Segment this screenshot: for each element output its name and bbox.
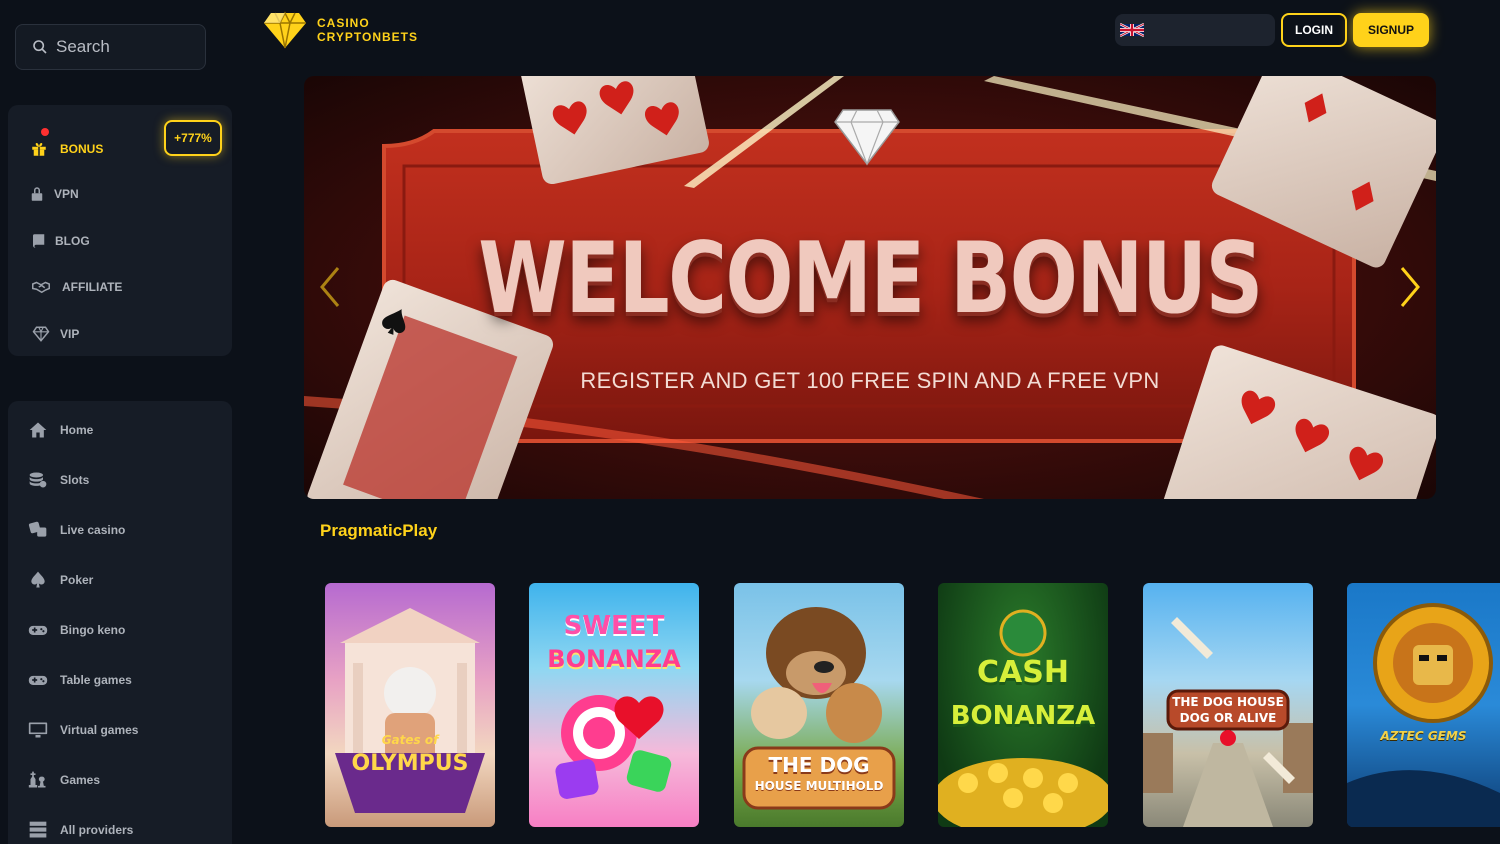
coins-icon (26, 469, 50, 491)
game-card-gates-of-olympus[interactable]: Gates of OLYMPUS (325, 583, 495, 827)
game-title: SWEET (563, 611, 665, 641)
chess-icon (26, 769, 50, 791)
search-icon (33, 40, 47, 54)
sidebar-item-label: VIP (60, 327, 80, 341)
gamepad-icon (26, 619, 50, 641)
game-card-cash-bonanza[interactable]: CASH BONANZA (938, 583, 1108, 827)
diamond-logo-icon (264, 11, 306, 49)
sidebar-item-slots[interactable]: Slots (8, 469, 232, 491)
sidebar-item-label: Poker (60, 573, 94, 587)
handshake-icon (30, 276, 52, 298)
sidebar-item-blog[interactable]: BLOG (8, 230, 232, 252)
logo-text: CASINO CRYPTONBETS (317, 16, 418, 44)
sidebar-item-vip[interactable]: VIP (8, 323, 232, 345)
chevron-left-icon (320, 267, 340, 307)
sidebar-item-label: Virtual games (60, 723, 139, 737)
search-input[interactable] (56, 37, 196, 57)
home-icon (26, 419, 50, 441)
game-title: AZTEC GEMS (1380, 729, 1467, 743)
sidebar-item-label: Live casino (60, 523, 126, 537)
uk-flag-icon (1120, 23, 1144, 37)
spade-icon (26, 569, 50, 591)
game-card-dog-house-multihold[interactable]: THE DOG HOUSE MULTIHOLD (734, 583, 904, 827)
game-title: HOUSE MULTIHOLD (754, 779, 884, 793)
dice-icon (26, 519, 50, 541)
book-icon (28, 230, 50, 252)
sidebar-item-label: BLOG (55, 234, 90, 248)
search-box[interactable] (15, 24, 206, 70)
login-button[interactable]: LOGIN (1281, 13, 1347, 47)
monitor-icon (26, 719, 50, 741)
game-title: THE DOG (768, 753, 870, 777)
sidebar-item-live-casino[interactable]: Live casino (8, 519, 232, 541)
site-logo[interactable]: CASINO CRYPTONBETS (263, 10, 418, 50)
game-title: Gates of (381, 733, 439, 747)
banner-next-arrow[interactable] (1396, 264, 1426, 310)
language-selector[interactable] (1115, 14, 1275, 46)
notification-dot (41, 128, 49, 136)
game-title: THE DOG HOUSE (1172, 695, 1284, 709)
sidebar-item-label: BONUS (60, 142, 104, 156)
game-art (335, 608, 485, 813)
game-title: OLYMPUS (351, 751, 469, 776)
game-card-dog-or-alive[interactable]: THE DOG HOUSE DOG OR ALIVE (1143, 583, 1313, 827)
sidebar-nav-panel: Home Slots Live casino Poker Bingo keno … (8, 401, 232, 844)
sidebar-item-label: Bingo keno (60, 623, 126, 637)
game-title: DOG OR ALIVE (1179, 711, 1277, 725)
welcome-banner[interactable]: WELCOME BONUS REGISTER AND GET 100 FREE … (304, 76, 1436, 499)
sidebar-item-affiliate[interactable]: AFFILIATE (8, 276, 232, 298)
chevron-right-icon (1400, 267, 1420, 307)
provider-title[interactable]: PragmaticPlay (320, 521, 437, 541)
sidebar-item-bingo-keno[interactable]: Bingo keno (8, 619, 232, 641)
sidebar-item-home[interactable]: Home (8, 419, 232, 441)
game-title: BONANZA (547, 645, 681, 673)
lock-icon (26, 183, 48, 205)
logo-line-1: CASINO (317, 16, 370, 30)
banner-subtitle: REGISTER AND GET 100 FREE SPIN AND A FRE… (580, 368, 1160, 393)
game-card-aztec-gems[interactable]: AZTEC GEMS (1347, 583, 1500, 827)
banner-title: WELCOME BONUS (478, 222, 1263, 336)
sidebar-item-label: Slots (60, 473, 90, 487)
sidebar-item-virtual-games[interactable]: Virtual games (8, 719, 232, 741)
game-carousel: Gates of OLYMPUS SWEET BONANZA THE DOG H… (325, 583, 1500, 827)
sidebar-item-bonus[interactable]: BONUS +777% (8, 120, 232, 160)
sidebar-item-label: All providers (60, 823, 134, 837)
banner-prev-arrow[interactable] (314, 264, 344, 310)
sidebar-item-label: Table games (60, 673, 132, 687)
logo-line-2: CRYPTONBETS (317, 30, 419, 44)
sidebar-item-games[interactable]: Games (8, 769, 232, 791)
sidebar-item-vpn[interactable]: VPN (8, 183, 232, 205)
server-icon (26, 819, 50, 841)
gamepad-icon (26, 669, 50, 691)
sidebar-item-label: Home (60, 423, 94, 437)
gift-icon (28, 138, 50, 160)
sidebar-item-label: Games (60, 773, 101, 787)
signup-button[interactable]: SIGNUP (1353, 13, 1429, 47)
game-art (1347, 603, 1500, 827)
game-title: CASH (977, 655, 1069, 690)
sidebar-item-table-games[interactable]: Table games (8, 669, 232, 691)
sidebar-item-poker[interactable]: Poker (8, 569, 232, 591)
game-card-sweet-bonanza[interactable]: SWEET BONANZA (529, 583, 699, 827)
sidebar-promo-panel: BONUS +777% VPN BLOG AFFILIATE VIP (8, 105, 232, 356)
sidebar-item-all-providers[interactable]: All providers (8, 819, 232, 841)
diamond-icon (30, 323, 52, 345)
sidebar-item-label: VPN (54, 187, 79, 201)
game-title: BONANZA (950, 701, 1096, 731)
sidebar-item-label: AFFILIATE (62, 280, 123, 294)
bonus-badge[interactable]: +777% (164, 120, 222, 156)
